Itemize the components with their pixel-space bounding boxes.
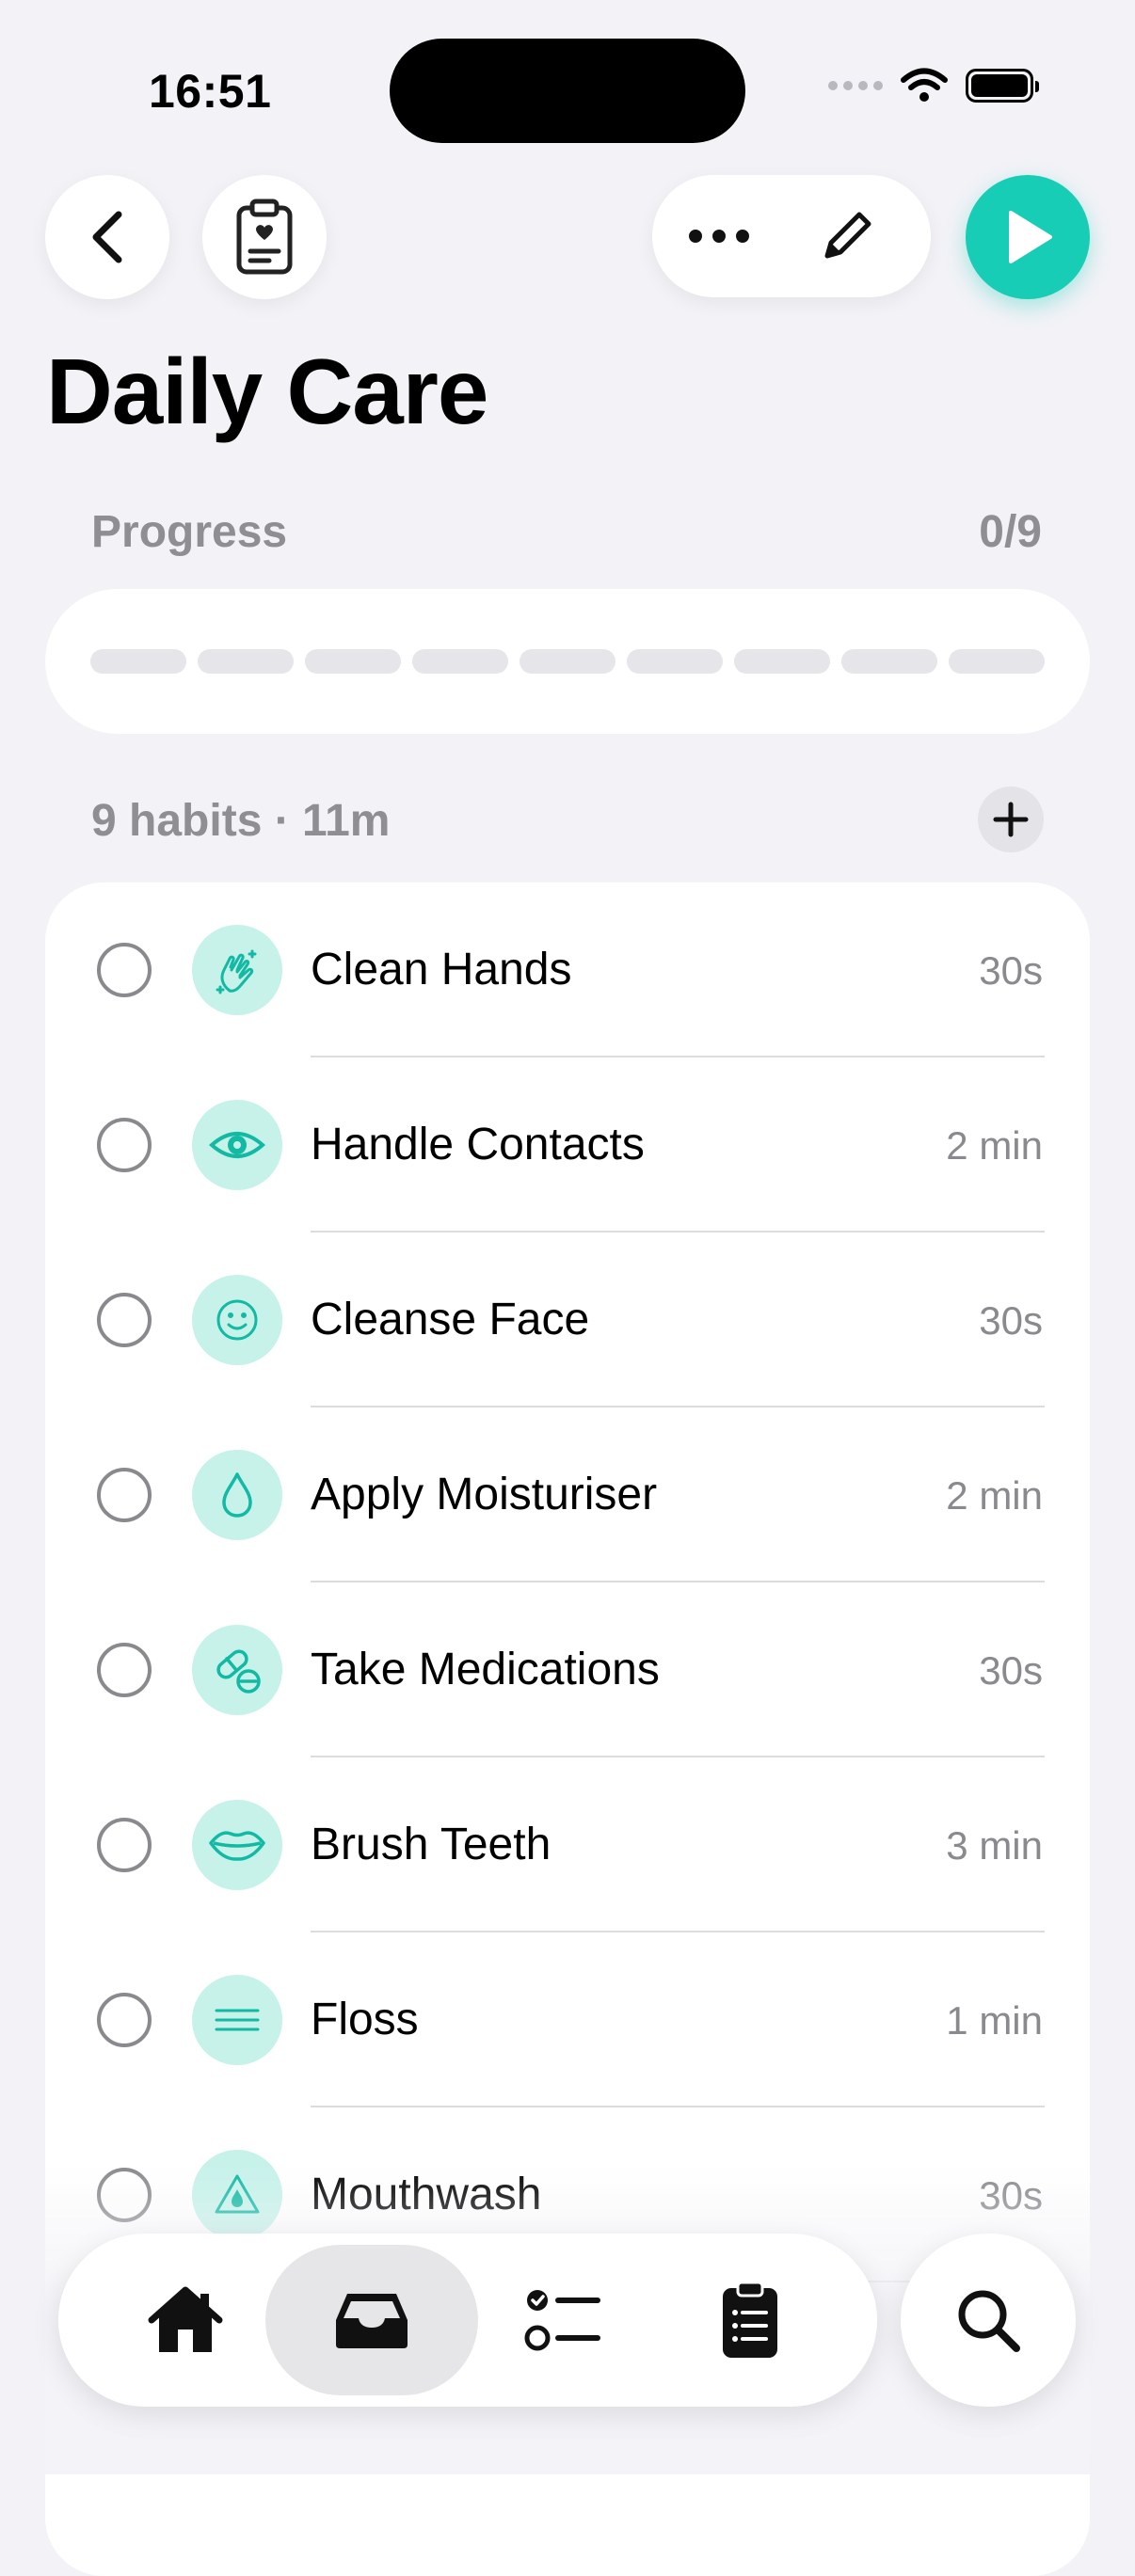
progress-segment <box>841 649 937 674</box>
tab-bar <box>58 2234 877 2407</box>
progress-segment <box>520 649 615 674</box>
habits-summary: 9 habits · 11m <box>91 796 391 846</box>
habit-name: Take Medications <box>311 1645 660 1694</box>
habit-name: Mouthwash <box>311 2170 542 2219</box>
progress-segment <box>412 649 508 674</box>
progress-label: Progress <box>91 507 288 557</box>
habit-checkbox[interactable] <box>97 1818 152 1872</box>
habit-duration: 2 min <box>946 1473 1043 1518</box>
habit-checkbox[interactable] <box>97 1118 152 1172</box>
habit-checkbox[interactable] <box>97 2168 152 2222</box>
play-button[interactable] <box>966 175 1090 299</box>
actions-pill <box>652 175 931 297</box>
wifi-icon <box>901 68 948 102</box>
habit-duration: 1 min <box>946 1998 1043 2043</box>
habit-row[interactable]: Take Medications 30s <box>45 1582 1090 1757</box>
status-time: 16:51 <box>149 65 272 118</box>
progress-segment <box>627 649 723 674</box>
habit-checkbox[interactable] <box>97 1468 152 1522</box>
habit-row[interactable]: Clean Hands 30s <box>45 883 1090 1057</box>
mouth-icon <box>192 1800 282 1890</box>
add-habit-button[interactable] <box>978 787 1044 852</box>
more-icon[interactable] <box>686 227 752 246</box>
pills-icon <box>192 1625 282 1715</box>
habit-duration: 3 min <box>946 1823 1043 1868</box>
habit-row[interactable]: Brush Teeth 3 min <box>45 1757 1090 1932</box>
progress-segment <box>90 649 186 674</box>
magnifier-icon <box>958 2290 1020 2352</box>
play-icon <box>1009 211 1052 263</box>
habit-name: Handle Contacts <box>311 1120 645 1169</box>
plus-icon <box>993 802 1029 837</box>
progress-segments <box>90 649 1045 674</box>
battery-icon <box>966 69 1039 103</box>
smiley-face-icon <box>192 1275 282 1365</box>
habit-duration: 30s <box>979 1298 1043 1343</box>
home-icon <box>148 2286 223 2352</box>
back-button[interactable] <box>45 175 169 299</box>
clapping-hands-icon <box>192 925 282 1015</box>
inbox-tray-icon <box>336 2294 408 2348</box>
habit-checkbox[interactable] <box>97 1643 152 1697</box>
habit-duration: 30s <box>979 2173 1043 2218</box>
habit-name: Cleanse Face <box>311 1295 590 1344</box>
page-title: Daily Care <box>46 340 488 443</box>
habit-row[interactable]: Handle Contacts 2 min <box>45 1057 1090 1232</box>
eye-icon <box>192 1100 282 1190</box>
cellular-signal-icon <box>828 81 883 90</box>
tab-checklist[interactable] <box>457 2245 670 2395</box>
habit-duration: 30s <box>979 948 1043 993</box>
checklist-icon <box>524 2290 600 2351</box>
tab-home[interactable] <box>79 2245 292 2395</box>
drop-triangle-icon <box>192 2150 282 2240</box>
clipboard-list-icon <box>723 2281 777 2358</box>
habit-checkbox[interactable] <box>97 943 152 997</box>
habit-name: Clean Hands <box>311 945 572 994</box>
habit-name: Floss <box>311 1995 419 2044</box>
habit-row[interactable]: Floss 1 min <box>45 1932 1090 2107</box>
habit-row[interactable]: Apply Moisturiser 2 min <box>45 1407 1090 1582</box>
habit-name: Apply Moisturiser <box>311 1470 658 1519</box>
status-icons <box>828 68 1039 103</box>
lines-icon <box>192 1975 282 2065</box>
tab-clipboard[interactable] <box>644 2245 856 2395</box>
progress-bar <box>45 589 1090 734</box>
search-button[interactable] <box>901 2234 1076 2407</box>
routine-clipboard-button[interactable] <box>202 175 327 299</box>
habit-name: Brush Teeth <box>311 1820 552 1869</box>
drop-icon <box>192 1450 282 1540</box>
tab-inbox[interactable] <box>265 2245 478 2395</box>
dynamic-island <box>390 39 745 143</box>
progress-segment <box>734 649 830 674</box>
habit-duration: 30s <box>979 1648 1043 1693</box>
habit-row[interactable]: Cleanse Face 30s <box>45 1232 1090 1407</box>
progress-segment <box>305 649 401 674</box>
progress-segment <box>949 649 1045 674</box>
progress-segment <box>198 649 294 674</box>
clipboard-heart-icon <box>236 199 293 275</box>
habit-duration: 2 min <box>946 1123 1043 1168</box>
habit-checkbox[interactable] <box>97 1993 152 2047</box>
pencil-icon[interactable] <box>820 209 874 263</box>
progress-count: 0/9 <box>979 507 1042 557</box>
habit-checkbox[interactable] <box>97 1293 152 1347</box>
chevron-left-icon <box>92 211 122 263</box>
